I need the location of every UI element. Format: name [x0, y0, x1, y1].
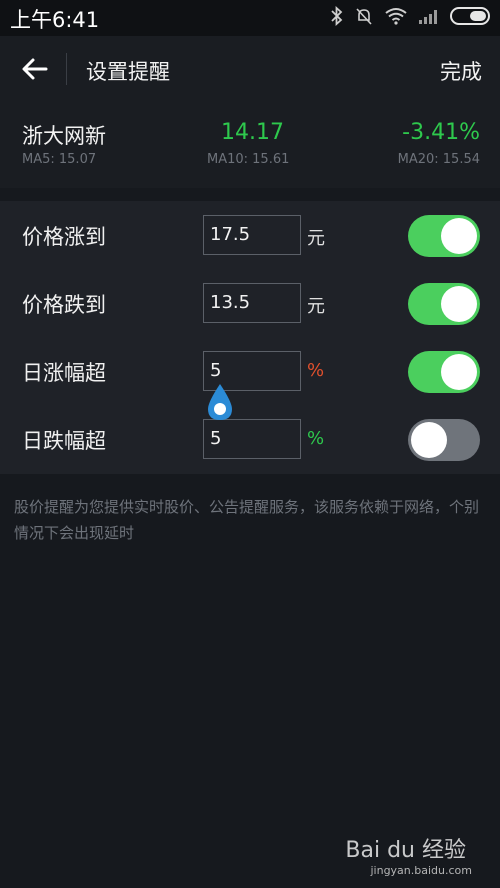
price-up-input[interactable]: 17.5	[203, 215, 301, 255]
stock-name: 浙大网新	[22, 124, 106, 148]
stock-change: -3.41%	[402, 120, 480, 145]
alert-label: 价格跌到	[22, 293, 106, 317]
stock-price: 14.17	[221, 120, 284, 145]
ma20-value: MA20: 15.54	[397, 152, 480, 167]
unit-label: %	[307, 360, 325, 381]
alert-row-daily-rise: 日涨幅超 5 %	[0, 337, 500, 405]
toggle-knob	[411, 422, 447, 458]
unit-label: 元	[307, 228, 325, 249]
status-icons	[330, 6, 490, 26]
watermark-url: jingyan.baidu.com	[370, 864, 472, 877]
price-up-toggle[interactable]	[408, 215, 480, 257]
header-divider	[66, 53, 67, 85]
toggle-knob	[441, 286, 477, 322]
alert-label: 日跌幅超	[22, 429, 106, 453]
stock-quote: 浙大网新 14.17 -3.41% MA5: 15.07 MA10: 15.61…	[0, 102, 500, 188]
ma10-value: MA10: 15.61	[207, 152, 290, 167]
status-bar: 上午6:41	[0, 0, 500, 36]
alert-row-price-down: 价格跌到 13.5 元	[0, 269, 500, 337]
unit-label: %	[307, 428, 325, 449]
arrow-left-icon[interactable]	[18, 52, 52, 86]
alert-row-daily-fall: 日跌幅超 5 %	[0, 405, 500, 473]
service-note: 股价提醒为您提供实时股价、公告提醒服务，该服务依赖于网络，个别情况下会出现延时	[14, 498, 480, 542]
done-button[interactable]: 完成	[440, 56, 482, 86]
signal-icon	[419, 10, 437, 24]
baidu-jingyan-watermark: Bai du 经验	[345, 838, 466, 863]
title-bar: 设置提醒 完成	[0, 36, 500, 102]
wifi-icon	[385, 8, 407, 25]
battery-icon	[450, 7, 490, 25]
daily-rise-toggle[interactable]	[408, 351, 480, 393]
page-title: 设置提醒	[86, 60, 170, 84]
cursor-handle-icon[interactable]	[206, 382, 234, 422]
toggle-knob	[441, 354, 477, 390]
unit-label: 元	[307, 296, 325, 317]
status-time: 上午6:41	[10, 8, 100, 32]
ma5-value: MA5: 15.07	[22, 152, 97, 167]
daily-fall-toggle[interactable]	[408, 419, 480, 461]
alert-label: 价格涨到	[22, 225, 106, 249]
daily-fall-input[interactable]: 5	[203, 419, 301, 459]
bluetooth-icon	[331, 6, 343, 26]
alert-row-price-up: 价格涨到 17.5 元	[0, 201, 500, 269]
alert-settings: 价格涨到 17.5 元 价格跌到 13.5 元 日涨幅超 5 % 日跌幅超 5 …	[0, 201, 500, 474]
price-down-toggle[interactable]	[408, 283, 480, 325]
mute-bell-icon	[356, 8, 372, 25]
price-down-input[interactable]: 13.5	[203, 283, 301, 323]
toggle-knob	[441, 218, 477, 254]
alert-label: 日涨幅超	[22, 361, 106, 385]
